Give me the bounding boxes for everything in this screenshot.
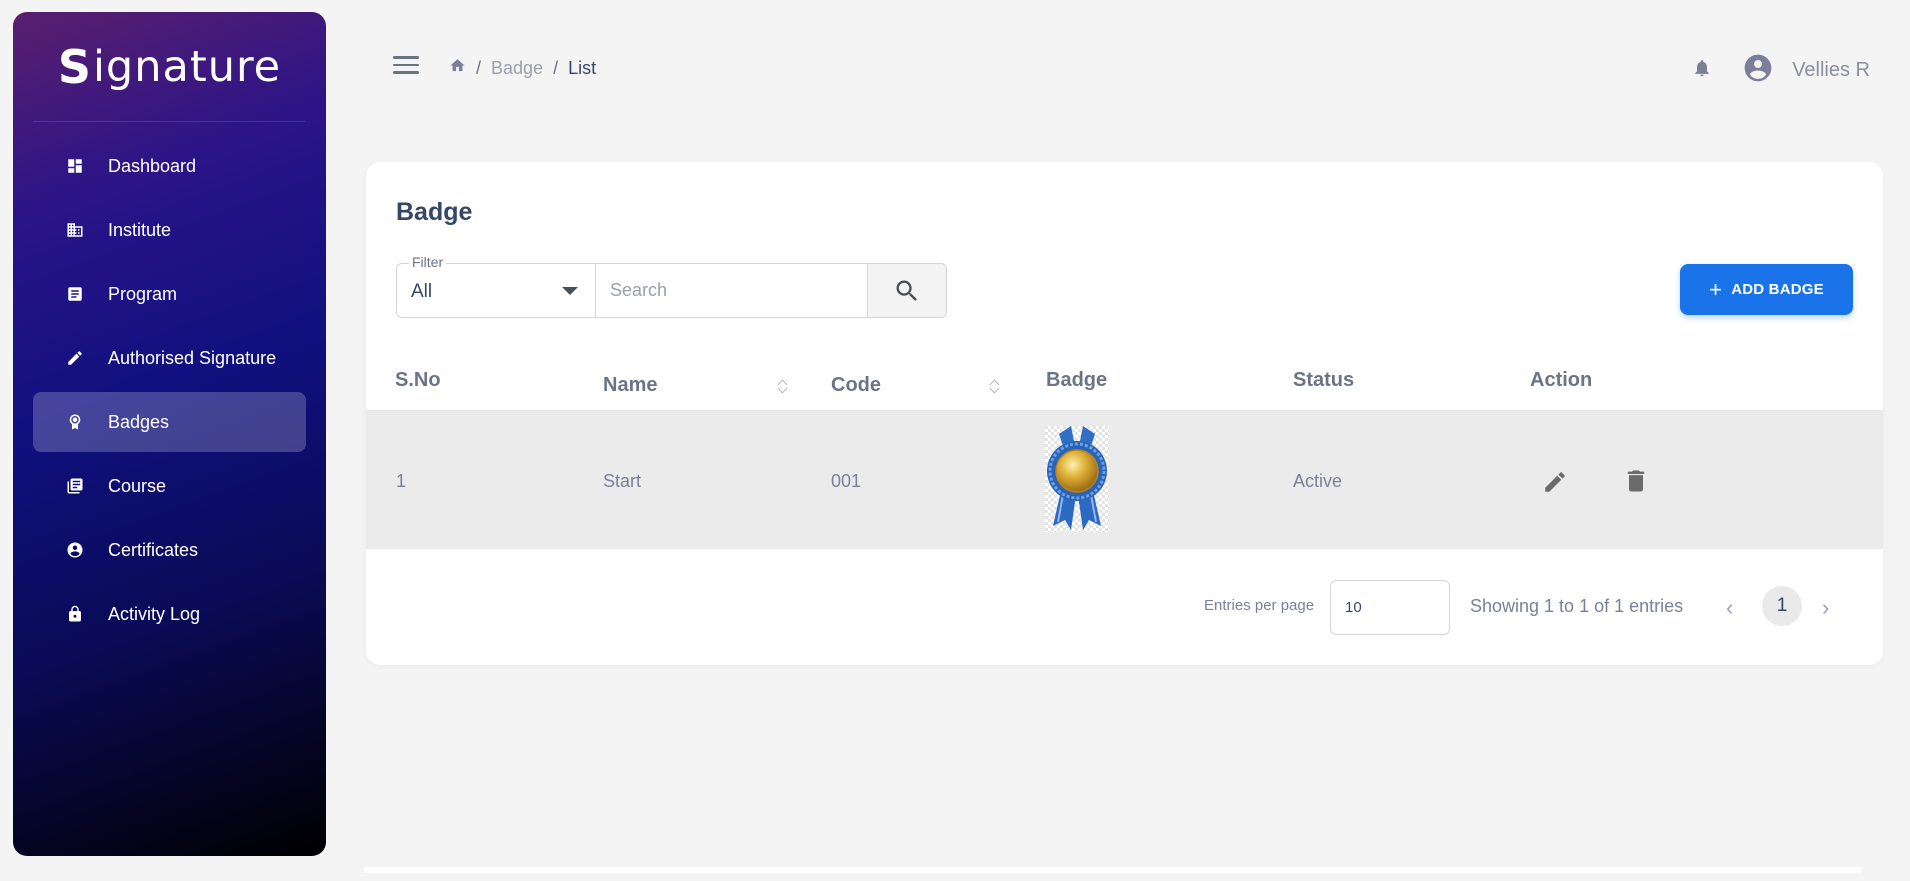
dashboard-icon (65, 156, 85, 176)
breadcrumb-current: List (568, 57, 597, 78)
breadcrumb-badge-link[interactable]: Badge (491, 58, 543, 79)
course-icon (65, 476, 85, 496)
badge-list-card: Badge Filter All + ADD BADGE S.No Name C… (366, 162, 1883, 665)
brand-logo[interactable]: Signature (33, 12, 306, 122)
column-header-code[interactable]: Code (831, 374, 881, 397)
brand-rest: ignature (92, 41, 282, 92)
sidebar-nav: Dashboard Institute Program Authorised S… (13, 136, 326, 644)
entries-per-page-label: Entries per page (1204, 597, 1315, 614)
user-avatar-icon[interactable] (1742, 52, 1774, 89)
home-icon[interactable] (449, 57, 466, 79)
table-row (366, 411, 1883, 549)
add-badge-label: ADD BADGE (1731, 281, 1824, 298)
breadcrumb-separator: / (476, 57, 482, 78)
user-name[interactable]: Vellies R (1792, 59, 1870, 82)
cell-sno: 1 (396, 471, 407, 491)
chevron-down-icon (562, 287, 578, 295)
chevron-right-icon[interactable]: › (1822, 595, 1829, 621)
sidebar-item-authorised-signature[interactable]: Authorised Signature (33, 328, 306, 388)
sidebar-item-program[interactable]: Program (33, 264, 306, 324)
header-actions: Vellies R (1692, 52, 1870, 89)
sidebar-item-dashboard[interactable]: Dashboard (33, 136, 306, 196)
search-input[interactable] (595, 263, 870, 318)
footer-strip (364, 867, 1861, 873)
top-header: / Badge / List Vellies R (365, 40, 1870, 100)
badge-icon (65, 412, 85, 432)
column-header-status: Status (1293, 369, 1355, 391)
entries-per-page-input[interactable]: 10 (1330, 580, 1450, 635)
sidebar: Signature Dashboard Institute Program Au… (13, 12, 326, 856)
add-badge-button[interactable]: + ADD BADGE (1680, 264, 1853, 315)
brand-name: Signature (58, 40, 281, 94)
plus-icon: + (1709, 276, 1723, 302)
chevron-left-icon[interactable]: ‹ (1726, 595, 1733, 621)
sidebar-item-label: Badges (108, 411, 170, 432)
badge-image (1045, 426, 1109, 532)
certificate-icon (65, 540, 85, 560)
sidebar-item-course[interactable]: Course (33, 456, 306, 516)
brand-initial: S (57, 39, 92, 94)
edit-icon[interactable] (1542, 469, 1568, 500)
filter-value: All (411, 281, 433, 302)
sort-icon[interactable] (778, 379, 787, 393)
sidebar-item-label: Institute (108, 219, 172, 240)
sidebar-item-label: Authorised Signature (108, 347, 277, 368)
search-icon (896, 280, 917, 301)
cell-name: Start (603, 471, 642, 491)
page-1-button[interactable]: 1 (1762, 586, 1802, 626)
filter-label: Filter (409, 254, 447, 270)
column-header-name[interactable]: Name (603, 374, 657, 397)
lock-icon (65, 604, 85, 624)
institute-icon (65, 220, 85, 240)
search-button[interactable] (867, 263, 947, 318)
sidebar-item-label: Course (108, 475, 167, 496)
bell-icon[interactable] (1692, 58, 1712, 83)
delete-icon[interactable] (1622, 467, 1650, 500)
pencil-icon (65, 348, 85, 368)
breadcrumb: / Badge / List (449, 57, 596, 79)
sidebar-item-label: Activity Log (108, 603, 201, 624)
entries-per-page-value: 10 (1345, 599, 1362, 616)
sidebar-item-label: Certificates (108, 539, 199, 560)
sidebar-item-label: Program (108, 283, 178, 304)
cell-status: Active (1293, 471, 1343, 491)
sidebar-item-activity-log[interactable]: Activity Log (33, 584, 306, 644)
filter-select[interactable]: Filter All (396, 254, 596, 318)
column-header-sno: S.No (395, 369, 441, 391)
sidebar-item-certificates[interactable]: Certificates (33, 520, 306, 580)
column-header-action: Action (1530, 369, 1593, 391)
sidebar-item-badges[interactable]: Badges (33, 392, 306, 452)
cell-code: 001 (831, 471, 862, 491)
sidebar-item-label: Dashboard (108, 155, 197, 176)
column-header-badge: Badge (1046, 369, 1108, 391)
sidebar-item-institute[interactable]: Institute (33, 200, 306, 260)
breadcrumb-separator: / (553, 57, 559, 78)
showing-entries-text: Showing 1 to 1 of 1 entries (1470, 596, 1684, 616)
sort-icon[interactable] (990, 379, 999, 393)
card-title: Badge (396, 198, 473, 226)
menu-toggle-icon[interactable] (393, 56, 419, 78)
program-icon (65, 284, 85, 304)
